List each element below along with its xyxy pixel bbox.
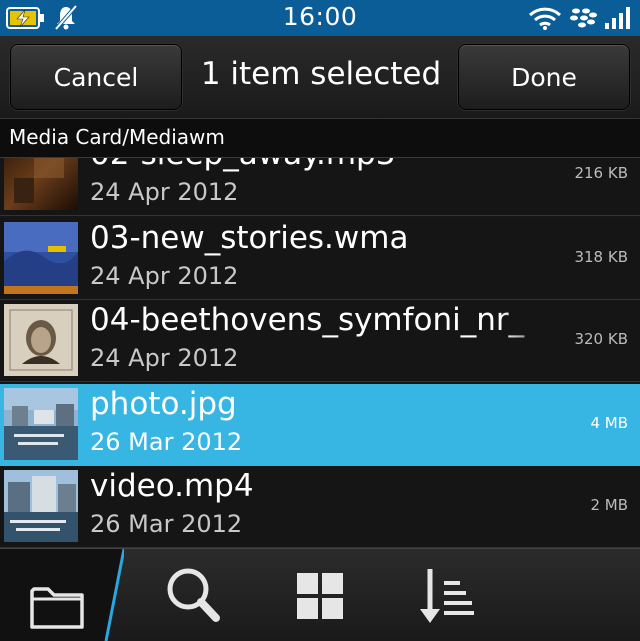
file-name: 04-beethovens_symfoni_nr_ xyxy=(90,302,525,338)
text-fade xyxy=(500,300,560,350)
file-date: 24 Apr 2012 xyxy=(90,344,239,372)
signal-strength-icon xyxy=(605,7,630,29)
file-date: 26 Mar 2012 xyxy=(90,510,243,538)
file-date: 24 Apr 2012 xyxy=(90,262,239,290)
grid-view-icon[interactable] xyxy=(276,549,366,641)
title-bar: Cancel 1 item selected Done xyxy=(0,36,640,119)
photo-thumbnail xyxy=(4,388,78,460)
list-item[interactable]: 02-sleep_away.mp3 24 Apr 2012 216 KB xyxy=(0,158,640,216)
list-item[interactable]: video.mp4 26 Mar 2012 2 MB xyxy=(0,466,640,548)
action-bar xyxy=(0,548,640,641)
list-item[interactable]: 03-new_stories.wma 24 Apr 2012 318 KB xyxy=(0,218,640,300)
file-name: 03-new_stories.wma xyxy=(90,220,409,256)
list-item-selected[interactable]: photo.jpg 26 Mar 2012 4 MB xyxy=(0,384,640,466)
file-size: 320 KB xyxy=(574,330,628,348)
blackberry-logo-icon xyxy=(570,8,597,28)
done-button[interactable]: Done xyxy=(458,44,630,110)
cancel-button[interactable]: Cancel xyxy=(10,44,182,110)
list-item[interactable]: 04-beethovens_symfoni_nr_ 24 Apr 2012 32… xyxy=(0,300,640,382)
file-name: photo.jpg xyxy=(90,386,237,422)
album-art-thumbnail xyxy=(4,304,78,376)
file-size: 4 MB xyxy=(590,414,628,432)
search-icon[interactable] xyxy=(150,549,240,641)
video-thumbnail xyxy=(4,470,78,542)
page-title: 1 item selected xyxy=(200,56,442,92)
folder-tab-button[interactable] xyxy=(0,549,124,641)
file-size: 318 KB xyxy=(574,248,628,266)
file-name: 02-sleep_away.mp3 xyxy=(90,158,550,172)
file-size: 2 MB xyxy=(590,496,628,514)
file-date: 24 Apr 2012 xyxy=(90,178,239,206)
sort-icon[interactable] xyxy=(400,549,490,641)
album-art-thumbnail xyxy=(4,222,78,294)
file-size: 216 KB xyxy=(574,164,628,182)
file-name: video.mp4 xyxy=(90,468,254,504)
breadcrumb: Media Card/Mediawm xyxy=(0,119,640,158)
album-art-thumbnail xyxy=(4,158,78,210)
file-list[interactable]: 02-sleep_away.mp3 24 Apr 2012 216 KB 03-… xyxy=(0,158,640,548)
wifi-icon xyxy=(528,7,562,30)
status-bar: 16:00 xyxy=(0,0,640,36)
file-date: 26 Mar 2012 xyxy=(90,428,243,456)
current-path: Media Card/Mediawm xyxy=(9,125,225,149)
